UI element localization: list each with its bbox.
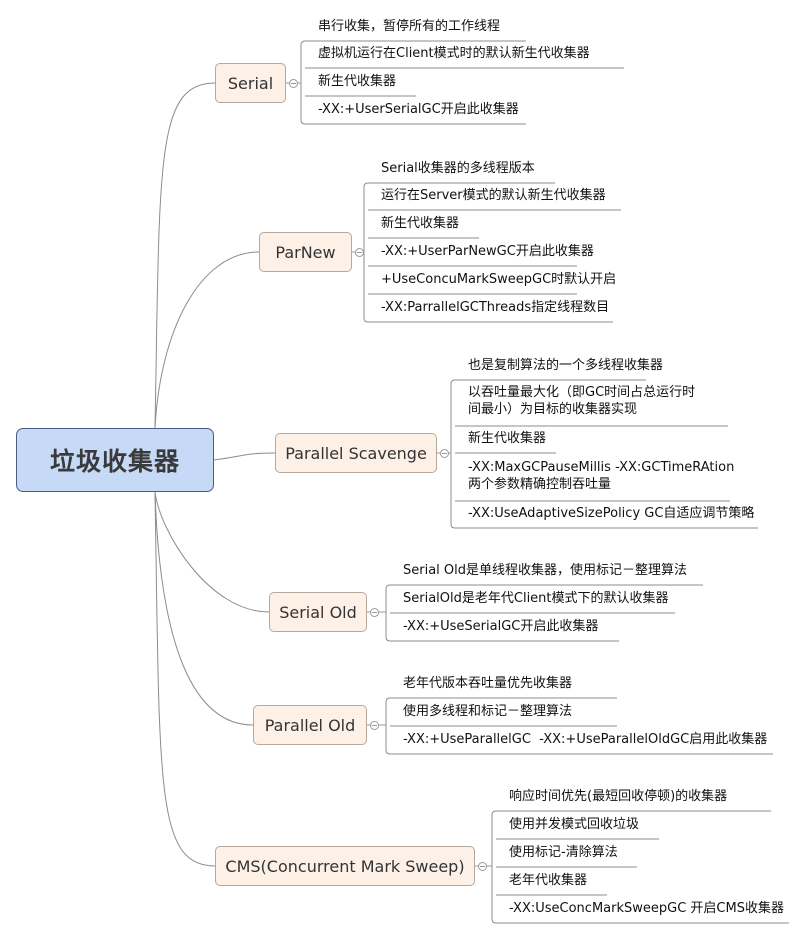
leaf-spine	[385, 584, 391, 642]
leaf-item[interactable]: Serial收集器的多线程版本	[381, 160, 535, 177]
leaf-item[interactable]: 也是复制算法的一个多线程收集器	[468, 357, 663, 374]
collapse-toggle-icon[interactable]	[355, 248, 364, 257]
collapse-toggle-icon[interactable]	[370, 721, 379, 730]
leaf-spine	[363, 182, 369, 323]
branch-node-cms[interactable]: CMS(Concurrent Mark Sweep)	[215, 846, 475, 886]
branch-node-serial-old[interactable]: Serial Old	[269, 592, 367, 632]
leaf-item[interactable]: 使用标记-清除算法	[509, 844, 618, 861]
leaf-item[interactable]: Serial Old是单线程收集器，使用标记－整理算法	[403, 562, 687, 579]
root-node[interactable]: 垃圾收集器	[16, 428, 214, 492]
leaf-item[interactable]: SerialOld是老年代Client模式下的默认收集器	[403, 590, 669, 607]
branch-connector	[213, 452, 276, 461]
leaf-item[interactable]: 新生代收集器	[468, 430, 546, 447]
leaf-item[interactable]: 新生代收集器	[381, 215, 459, 232]
leaf-spine	[300, 40, 306, 125]
branch-connector	[154, 491, 270, 613]
leaf-item[interactable]: -XX:+UserSerialGC开启此收集器	[318, 101, 519, 118]
leaf-spine	[491, 810, 497, 924]
leaf-item[interactable]: 响应时间优先(最短回收停顿)的收集器	[509, 788, 727, 805]
branch-node-parallel-old[interactable]: Parallel Old	[253, 705, 367, 745]
branch-connector	[154, 491, 216, 867]
leaf-item[interactable]: -XX:+UserParNewGC开启此收集器	[381, 243, 594, 260]
leaf-item[interactable]: 新生代收集器	[318, 73, 396, 90]
leaf-item[interactable]: +UseConcuMarkSweepGC时默认开启	[381, 271, 616, 288]
collapse-toggle-icon[interactable]	[289, 79, 298, 88]
leaf-item[interactable]: 老年代版本吞吐量优先收集器	[403, 675, 572, 692]
leaf-item[interactable]: -XX:UseAdaptiveSizePolicy GC自适应调节策略	[468, 505, 754, 522]
branch-node-parnew[interactable]: ParNew	[259, 232, 352, 272]
leaf-item[interactable]: 老年代收集器	[509, 872, 587, 889]
leaf-item[interactable]: -XX:UseConcMarkSweepGC 开启CMS收集器	[509, 900, 784, 917]
leaf-item[interactable]: -XX:+UseParallelGC -XX:+UseParallelOldGC…	[403, 731, 767, 748]
collapse-toggle-icon[interactable]	[478, 862, 487, 871]
leaf-item[interactable]: 虚拟机运行在Client模式时的默认新生代收集器	[318, 45, 590, 62]
leaf-item[interactable]: 串行收集，暂停所有的工作线程	[318, 18, 500, 35]
leaf-spine	[385, 697, 391, 755]
leaf-item[interactable]: -XX:MaxGCPauseMillis -XX:GCTimeRAtion 两个…	[468, 459, 734, 493]
leaf-item[interactable]: 使用多线程和标记－整理算法	[403, 703, 572, 720]
leaf-item[interactable]: 以吞吐量最大化（即GC时间占总运行时 间最小）为目标的收集器实现	[468, 384, 695, 418]
leaf-item[interactable]: 运行在Server模式的默认新生代收集器	[381, 187, 606, 204]
branch-connector	[154, 251, 260, 429]
leaf-item[interactable]: -XX:+UseSerialGC开启此收集器	[403, 618, 598, 635]
leaf-spine	[450, 379, 456, 529]
collapse-toggle-icon[interactable]	[370, 608, 379, 617]
branch-connector	[154, 491, 254, 726]
leaf-item[interactable]: 使用并发模式回收垃圾	[509, 816, 639, 833]
branch-node-serial[interactable]: Serial	[215, 63, 286, 103]
collapse-toggle-icon[interactable]	[440, 449, 449, 458]
branch-connector	[154, 82, 216, 429]
leaf-item[interactable]: -XX:ParrallelGCThreads指定线程数目	[381, 299, 609, 316]
branch-node-parallel-scavenge[interactable]: Parallel Scavenge	[275, 433, 437, 473]
